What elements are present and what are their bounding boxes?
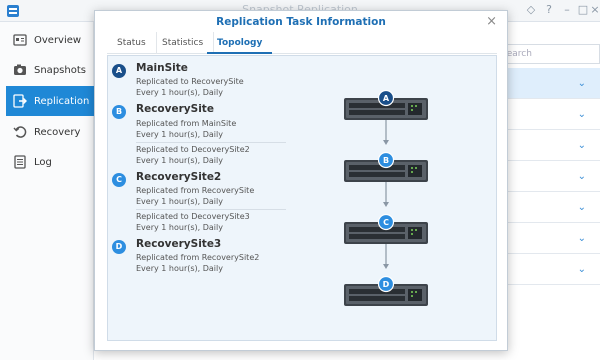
sidebar-item-label: Snapshots <box>34 64 86 76</box>
replication-task-info-dialog: Replication Task Information × Status St… <box>94 10 508 351</box>
replication-info: Replicated from MainSite <box>136 119 237 128</box>
sidebar-item-snapshots[interactable]: Snapshots <box>6 56 94 84</box>
sidebar-item-label: Replication <box>34 95 90 107</box>
schedule-info: Every 1 hour(s), Daily <box>136 264 223 273</box>
sidebar-item-label: Log <box>34 156 52 168</box>
site-name: RecoverySite2 <box>136 171 222 183</box>
chevron-down-icon[interactable]: ⌄ <box>578 109 586 120</box>
task-list: ⌄ ⌄ ⌄ ⌄ ⌄ ⌄ ⌄ <box>508 68 600 285</box>
chevron-down-icon[interactable]: ⌄ <box>578 171 586 182</box>
site-badge: C <box>112 173 126 187</box>
sidebar-item-replication[interactable]: Replication <box>6 86 94 116</box>
sidebar-item-recovery[interactable]: Recovery <box>6 118 94 146</box>
chevron-down-icon[interactable]: ⌄ <box>578 264 586 275</box>
dialog-title: Replication Task Information <box>216 16 386 28</box>
tab-topology[interactable]: Topology <box>207 32 273 54</box>
site-name: RecoverySite3 <box>136 238 222 250</box>
search-input[interactable]: Search <box>494 44 600 64</box>
dialog-tabs: Status Statistics Topology <box>107 32 497 54</box>
chevron-down-icon[interactable]: ⌄ <box>578 202 586 213</box>
tab-statistics[interactable]: Statistics <box>152 32 215 54</box>
replication-info: Replicated to RecoverySite <box>136 77 244 86</box>
sidebar-item-overview[interactable]: Overview <box>6 26 94 54</box>
overview-icon <box>13 34 27 46</box>
replication-icon <box>13 94 27 108</box>
replication-info: Replicated to DecoverySite3 <box>136 212 250 221</box>
help-icon[interactable]: ? <box>542 3 556 17</box>
topology-panel: A MainSite Replicated to RecoverySite Ev… <box>107 55 497 341</box>
divider <box>136 209 286 210</box>
chevron-down-icon[interactable]: ⌄ <box>578 140 586 151</box>
sidebar: Overview Snapshots Replication Recovery … <box>0 22 94 360</box>
recovery-icon <box>13 126 27 138</box>
task-row[interactable]: ⌄ <box>508 161 600 192</box>
node-label: A <box>383 94 390 103</box>
log-icon <box>14 155 26 169</box>
pin-icon[interactable]: ◇ <box>524 3 538 17</box>
sidebar-item-label: Recovery <box>34 126 81 138</box>
schedule-info: Every 1 hour(s), Daily <box>136 156 223 165</box>
node-label: B <box>383 156 389 165</box>
topology-diagram: A B C D <box>344 89 428 306</box>
task-row[interactable]: ⌄ <box>508 130 600 161</box>
schedule-info: Every 1 hour(s), Daily <box>136 88 223 97</box>
site-name: RecoverySite <box>136 103 214 115</box>
schedule-info: Every 1 hour(s), Daily <box>136 223 223 232</box>
sidebar-item-label: Overview <box>34 34 82 46</box>
site-badge: A <box>112 64 126 78</box>
node-badge-d: D <box>377 275 395 293</box>
schedule-info: Every 1 hour(s), Daily <box>136 130 223 139</box>
divider <box>136 142 286 143</box>
node-badge-a: A <box>377 89 395 107</box>
site-badge: D <box>112 240 126 254</box>
replication-info: Replicated from RecoverySite <box>136 186 255 195</box>
node-badge-b: B <box>377 151 395 169</box>
site-name: MainSite <box>136 62 188 74</box>
close-icon[interactable]: × <box>486 14 497 29</box>
replication-info: Replicated to DecoverySite2 <box>136 145 250 154</box>
schedule-info: Every 1 hour(s), Daily <box>136 197 223 206</box>
chevron-down-icon[interactable]: ⌄ <box>578 233 586 244</box>
node-label: D <box>383 280 390 289</box>
close-window-icon[interactable]: × <box>588 3 600 17</box>
chevron-down-icon[interactable]: ⌄ <box>578 78 586 89</box>
site-badge: B <box>112 105 126 119</box>
sidebar-item-log[interactable]: Log <box>6 148 94 176</box>
node-badge-c: C <box>377 213 395 231</box>
replication-info: Replicated from RecoverySite2 <box>136 253 260 262</box>
minimize-icon[interactable]: – <box>560 3 574 17</box>
node-label: C <box>383 218 389 227</box>
task-row[interactable]: ⌄ <box>508 192 600 223</box>
tab-status[interactable]: Status <box>107 32 157 54</box>
task-row[interactable]: ⌄ <box>508 68 600 99</box>
task-row[interactable]: ⌄ <box>508 254 600 285</box>
task-row[interactable]: ⌄ <box>508 99 600 130</box>
camera-icon <box>14 64 26 75</box>
task-row[interactable]: ⌄ <box>508 223 600 254</box>
